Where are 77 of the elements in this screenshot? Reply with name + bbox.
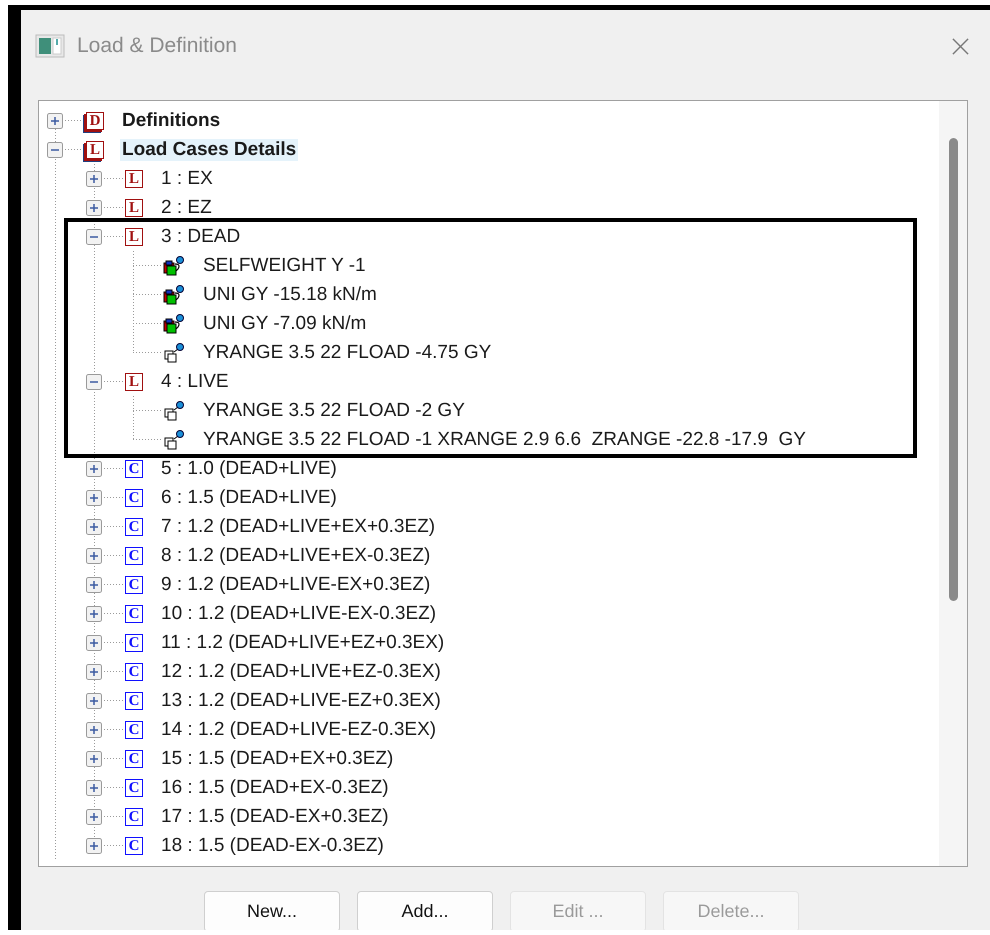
tree-item[interactable]: 8 : 1.2 (DEAD+LIVE+EX-0.3EZ) bbox=[159, 544, 432, 566]
tree-item[interactable]: UNI GY -7.09 kN/m bbox=[201, 312, 368, 334]
badge-icon: C bbox=[125, 750, 143, 768]
expand-button[interactable] bbox=[47, 112, 63, 128]
badge-icon: C bbox=[125, 488, 143, 506]
expand-button[interactable] bbox=[86, 460, 102, 476]
tree-item[interactable]: 11 : 1.2 (DEAD+LIVE+EZ+0.3EX) bbox=[159, 632, 446, 654]
tree-item[interactable]: Load Cases Details bbox=[120, 138, 298, 160]
badge-icon: C bbox=[125, 518, 143, 536]
expand-button[interactable] bbox=[86, 606, 102, 622]
badge-icon: L bbox=[125, 198, 143, 216]
badge-icon: C bbox=[125, 604, 143, 622]
collapse-button[interactable] bbox=[86, 228, 102, 244]
expand-button[interactable] bbox=[86, 722, 102, 738]
badge-icon: L bbox=[125, 170, 143, 188]
expand-button[interactable] bbox=[86, 838, 102, 854]
badge-icon: C bbox=[125, 808, 143, 826]
tree-item[interactable]: YRANGE 3.5 22 FLOAD -2 GY bbox=[201, 400, 467, 422]
expand-button[interactable] bbox=[86, 518, 102, 534]
dialog-button[interactable]: New... bbox=[204, 891, 340, 930]
tree-item[interactable]: UNI GY -15.18 kN/m bbox=[201, 284, 379, 306]
badge-icon: C bbox=[125, 720, 143, 738]
expand-button[interactable] bbox=[86, 750, 102, 766]
expand-button[interactable] bbox=[86, 808, 102, 824]
badge-icon: C bbox=[125, 460, 143, 478]
badge-icon: C bbox=[125, 692, 143, 710]
badge-icon: L bbox=[125, 228, 143, 246]
badge-icon: C bbox=[125, 662, 143, 680]
tree-item[interactable]: 1 : EX bbox=[159, 168, 215, 190]
collapse-button[interactable] bbox=[47, 142, 63, 158]
collapse-button[interactable] bbox=[86, 374, 102, 390]
tree-item[interactable]: 2 : EZ bbox=[159, 196, 214, 218]
badge-icon: C bbox=[125, 836, 143, 854]
expand-button[interactable] bbox=[86, 692, 102, 708]
badge-icon: C bbox=[125, 546, 143, 564]
expand-button[interactable] bbox=[86, 490, 102, 506]
expand-button[interactable] bbox=[86, 634, 102, 650]
window-icon bbox=[35, 34, 65, 58]
expand-button[interactable] bbox=[86, 780, 102, 796]
close-icon[interactable] bbox=[951, 36, 970, 56]
expand-button[interactable] bbox=[86, 200, 102, 216]
tree-item[interactable]: 17 : 1.5 (DEAD-EX+0.3EZ) bbox=[159, 806, 391, 828]
tree-item[interactable]: 14 : 1.2 (DEAD+LIVE-EZ-0.3EX) bbox=[159, 718, 438, 740]
tree-item[interactable]: 5 : 1.0 (DEAD+LIVE) bbox=[159, 458, 339, 480]
tree-item[interactable]: 9 : 1.2 (DEAD+LIVE-EX+0.3EZ) bbox=[159, 574, 432, 596]
scrollbar[interactable] bbox=[939, 101, 967, 866]
dialog-button[interactable]: Add... bbox=[357, 891, 493, 930]
cubes-icon bbox=[163, 314, 185, 334]
tree-item[interactable]: 3 : DEAD bbox=[159, 226, 242, 248]
squares-icon bbox=[163, 342, 185, 362]
tree-item[interactable]: YRANGE 3.5 22 FLOAD -1 XRANGE 2.9 6.6 ZRANGE -22.8 -17.9 GY bbox=[201, 428, 808, 450]
tree-item[interactable]: 4 : LIVE bbox=[159, 370, 231, 392]
tree-item[interactable]: Definitions bbox=[120, 110, 222, 132]
tree-item[interactable]: 12 : 1.2 (DEAD+LIVE+EZ-0.3EX) bbox=[159, 660, 443, 682]
tree-item[interactable]: 18 : 1.5 (DEAD-EX-0.3EZ) bbox=[159, 834, 386, 856]
scrollbar-thumb[interactable] bbox=[948, 138, 958, 601]
tree-item[interactable]: 16 : 1.5 (DEAD+EX-0.3EZ) bbox=[159, 776, 391, 798]
badge-icon: C bbox=[125, 576, 143, 594]
expand-button[interactable] bbox=[86, 576, 102, 592]
expand-button[interactable] bbox=[86, 548, 102, 564]
tree-item[interactable]: 10 : 1.2 (DEAD+LIVE-EX-0.3EZ) bbox=[159, 602, 438, 624]
tree-item[interactable]: 15 : 1.5 (DEAD+EX+0.3EZ) bbox=[159, 748, 396, 770]
badge-icon: C bbox=[125, 778, 143, 796]
tree-item[interactable]: 6 : 1.5 (DEAD+LIVE) bbox=[159, 486, 339, 508]
expand-button[interactable] bbox=[86, 664, 102, 680]
cubes-icon bbox=[163, 256, 185, 276]
squares-icon bbox=[163, 430, 185, 450]
tree-item[interactable]: 13 : 1.2 (DEAD+LIVE-EZ+0.3EX) bbox=[159, 690, 443, 712]
tree-item[interactable]: SELFWEIGHT Y -1 bbox=[201, 254, 368, 276]
expand-button[interactable] bbox=[86, 170, 102, 186]
squares-icon bbox=[163, 400, 185, 420]
tree-item[interactable]: 7 : 1.2 (DEAD+LIVE+EX+0.3EZ) bbox=[159, 516, 438, 538]
tree-item[interactable]: YRANGE 3.5 22 FLOAD -4.75 GY bbox=[201, 342, 494, 364]
badge-icon: L bbox=[125, 372, 143, 390]
window-title: Load & Definition bbox=[77, 34, 238, 58]
cubes-icon bbox=[163, 284, 185, 304]
badge-icon: C bbox=[125, 634, 143, 652]
